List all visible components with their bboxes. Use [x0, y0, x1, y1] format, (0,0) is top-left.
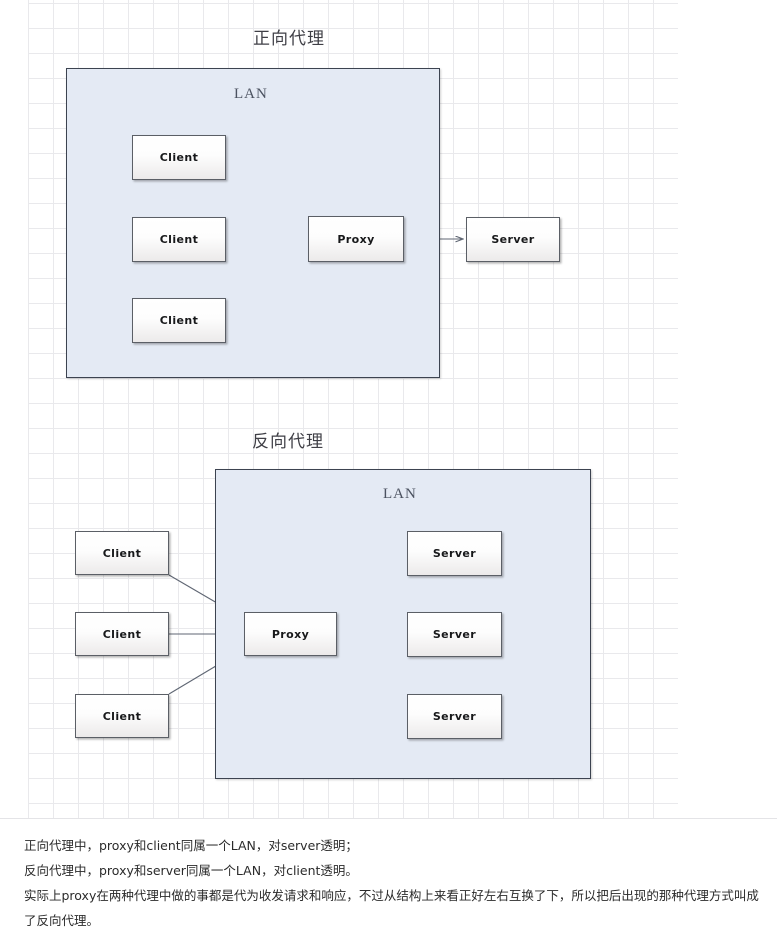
node-client-1-reverse[interactable]: Client — [75, 531, 169, 575]
note-line-2: 反向代理中，proxy和server同属一个LAN，对client透明。 — [24, 863, 358, 878]
node-server-2-reverse[interactable]: Server — [407, 612, 502, 657]
node-client-2-reverse[interactable]: Client — [75, 612, 169, 656]
note-line-1: 正向代理中，proxy和client同属一个LAN，对server透明； — [24, 838, 358, 853]
diagram-canvas: 正向代理 LAN Client Client Client Proxy Serv… — [0, 0, 777, 938]
node-server-1-reverse[interactable]: Server — [407, 531, 502, 576]
node-client-3-forward[interactable]: Client — [132, 298, 226, 343]
node-client-3-reverse[interactable]: Client — [75, 694, 169, 738]
node-client-2-forward[interactable]: Client — [132, 217, 226, 262]
node-client-1-forward[interactable]: Client — [132, 135, 226, 180]
lan-label-reverse-proxy: LAN — [383, 486, 417, 502]
lan-label-forward-proxy: LAN — [234, 86, 268, 102]
node-server-3-reverse[interactable]: Server — [407, 694, 502, 739]
note-line-3: 实际上proxy在两种代理中做的事都是代为收发请求和响应，不过从结构上来看正好左… — [24, 888, 759, 928]
node-proxy-forward[interactable]: Proxy — [308, 216, 404, 262]
grid-bottom-divider — [0, 818, 777, 819]
node-proxy-reverse[interactable]: Proxy — [244, 612, 337, 656]
diagram-title-forward-proxy: 正向代理 — [253, 29, 325, 48]
node-server-1-forward[interactable]: Server — [466, 217, 560, 262]
diagram-title-reverse-proxy: 反向代理 — [252, 432, 324, 451]
